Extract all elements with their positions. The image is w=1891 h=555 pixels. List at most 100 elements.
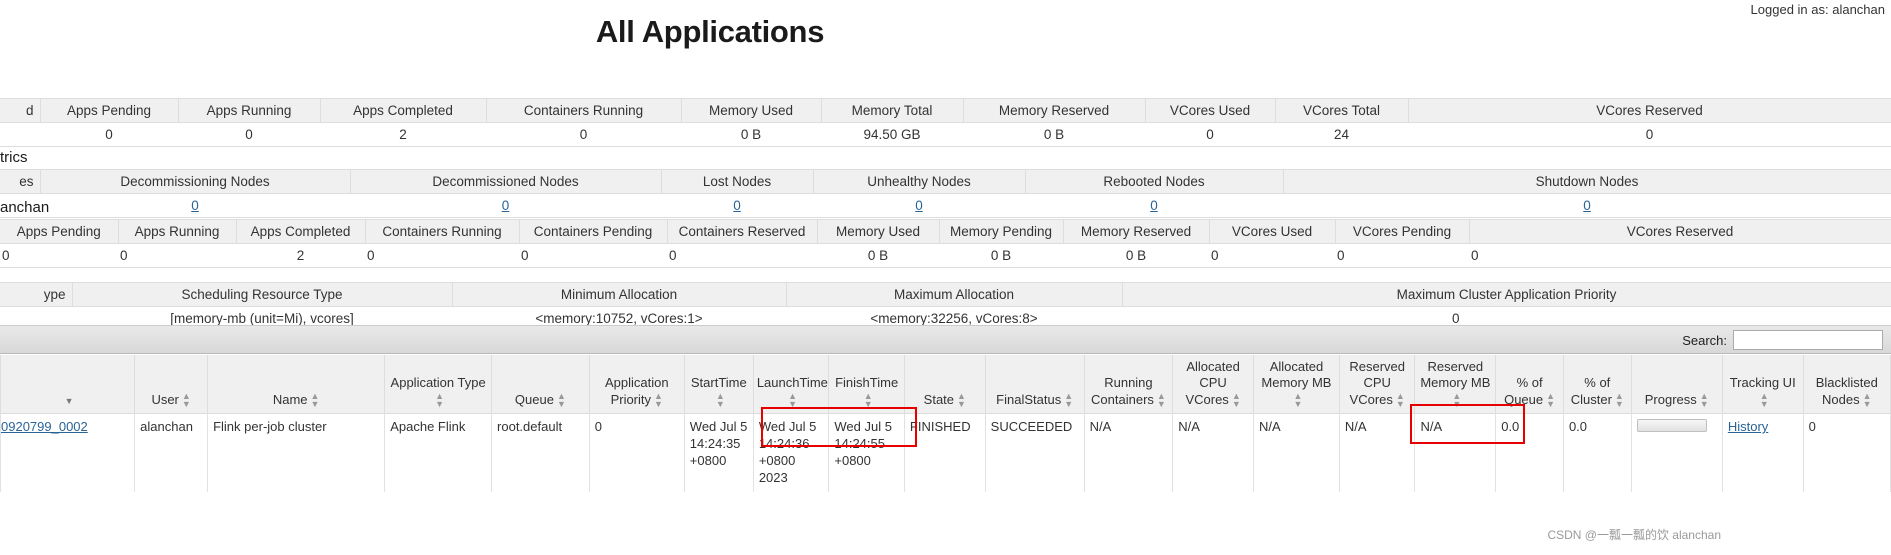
col-header-launchtime[interactable]: LaunchTime ▲ ▼ [752,355,830,415]
user-metrics-header-3: Containers Running [365,219,520,244]
sort-desc-icon[interactable]: ▼ [65,396,74,407]
apps-toolbar: Search: [0,325,1891,354]
col-header-starttime[interactable]: StartTime ▲ ▼ [683,355,754,415]
cluster-metrics-section: d Apps Pending Apps Running Apps Complet… [0,98,1891,147]
sort-arrows-icon[interactable]: ▲ ▼ [557,392,566,409]
cluster-metrics-spacer [0,122,40,147]
col-label-tracking-ui: Tracking UI [1729,375,1796,391]
applications-table: ▼ User ▲ ▼ Name ▲ ▼ Application Type ▲ ▼ Queue… [0,355,1891,492]
sort-arrows-icon[interactable]: ▲ ▼ [311,392,320,409]
cell-queue: root.default [491,413,590,492]
finishtime-line-1: 14:24:55 [834,435,885,451]
search-input[interactable] [1733,330,1883,350]
node-metrics-header-row: es Decommissioning Nodes Decommissioned … [0,169,1891,194]
sort-arrows-icon[interactable]: ▲ ▼ [957,392,966,409]
user-metrics-value-11: 0 [1469,243,1891,268]
node-metrics-header-unhealthy: Unhealthy Nodes [813,169,1026,194]
user-metrics-value-8: 0 B [1063,243,1209,268]
col-header-queue[interactable]: Queue ▲ ▼ [491,355,590,415]
col-header-tracking-ui[interactable]: Tracking UI ▲ ▼ [1721,355,1804,415]
sort-arrows-icon[interactable]: ▲ ▼ [864,392,873,409]
cell-application-type: Apache Flink [384,413,493,492]
sort-arrows-icon[interactable]: ▲ ▼ [1760,392,1769,409]
col-header-running-containers[interactable]: Running Containers ▲ ▼ [1083,355,1174,415]
user-metrics-header-11: VCores Reserved [1469,219,1891,244]
scheduler-metrics-table: ype Scheduling Resource Type Minimum All… [0,282,1891,331]
app-id-link[interactable]: 0920799_0002 [1,419,88,434]
sort-arrows-icon[interactable]: ▲ ▼ [435,392,444,409]
col-header-finalstatus[interactable]: FinalStatus ▲ ▼ [984,355,1085,415]
sort-arrows-icon[interactable]: ▲ ▼ [1546,392,1555,409]
user-metrics-header-8: Memory Reserved [1063,219,1210,244]
col-label-user: User [151,391,179,407]
table-row[interactable]: 0920799_0002 alanchan Flink per-job clus… [0,413,1891,492]
col-label-reserved-memory-mb: Reserved Memory MB [1420,359,1491,391]
launchtime-line-2: +0800 2023 [758,452,796,485]
cell-blacklisted-nodes: 0 [1802,413,1891,492]
launchtime-line-1: 14:24:36 [758,435,810,451]
sort-arrows-icon[interactable]: ▲ ▼ [1232,392,1241,409]
col-header-application-type[interactable]: Application Type ▲ ▼ [384,355,493,415]
starttime-line-2: +0800 [689,452,727,468]
col-header-state[interactable]: State ▲ ▼ [903,355,986,415]
sort-arrows-icon[interactable]: ▲ ▼ [716,392,725,409]
history-link[interactable]: History [1728,419,1768,434]
user-metrics-header-4: Containers Pending [519,219,668,244]
cluster-metrics-value-6: 0 B [963,122,1145,147]
col-header-pct-queue[interactable]: % of Queue ▲ ▼ [1495,355,1564,415]
cell-user: alanchan [134,413,209,492]
cluster-metrics-header-0: Apps Pending [40,98,179,123]
sort-arrows-icon[interactable]: ▲ ▼ [654,392,663,409]
sort-arrows-icon[interactable]: ▲ ▼ [1293,392,1302,409]
page-root: Logged in as: alanchan All Applications … [0,0,1891,555]
cluster-metrics-value-0: 0 [40,122,178,147]
cell-progress [1630,413,1723,492]
col-label-running-containers: Running Containers [1091,375,1154,407]
sort-arrows-icon[interactable]: ▲ ▼ [1157,392,1166,409]
user-metrics-value-row: 0 0 2 0 0 0 0 B 0 B 0 B 0 0 0 [0,243,1891,268]
col-header-appid[interactable]: ▼ [0,355,136,415]
cluster-metrics-header-partial: d [0,98,41,123]
col-header-allocated-memory-mb[interactable]: Allocated Memory MB ▲ ▼ [1252,355,1340,415]
launchtime-line-0: Wed Jul 5 [758,419,817,435]
scheduler-metrics-header-min-allocation: Minimum Allocation [452,282,787,307]
user-metrics-value-5: 0 [667,243,817,268]
user-metrics-value-6: 0 B [817,243,939,268]
node-metrics-header-decommissioning: Decommissioning Nodes [40,169,351,194]
cell-name: Flink per-job cluster [207,413,386,492]
cluster-metrics-header-9: VCores Reserved [1408,98,1891,123]
user-metrics-value-1: 0 [118,243,236,268]
col-header-progress[interactable]: Progress ▲ ▼ [1630,355,1723,415]
node-metrics-header-decommissioned: Decommissioned Nodes [350,169,662,194]
col-header-pct-cluster[interactable]: % of Cluster ▲ ▼ [1562,355,1632,415]
scheduler-metrics-header-partial: ype [0,282,73,307]
node-metrics-header-lost: Lost Nodes [661,169,814,194]
col-label-finishtime: FinishTime [835,375,899,391]
col-header-user[interactable]: User ▲ ▼ [134,355,209,415]
node-metrics-label: trics [0,149,28,166]
col-header-allocated-cpu-vcores[interactable]: Allocated CPU VCores ▲ ▼ [1172,355,1254,415]
col-header-finishtime[interactable]: FinishTime ▲ ▼ [828,355,905,415]
starttime-line-1: 14:24:35 [689,435,741,451]
cell-launchtime: Wed Jul 5 14:24:36 +0800 2023 [752,413,830,492]
user-metrics-label: anchan [0,199,50,216]
sort-arrows-icon[interactable]: ▲ ▼ [182,392,191,409]
sort-arrows-icon[interactable]: ▲ ▼ [1396,392,1405,409]
applications-table-header-row: ▼ User ▲ ▼ Name ▲ ▼ Application Type ▲ ▼ Queue… [0,355,1891,415]
cluster-metrics-value-9: 0 [1408,122,1891,147]
sort-arrows-icon[interactable]: ▲ ▼ [1064,392,1073,409]
col-label-name: Name [272,391,308,407]
col-header-application-priority[interactable]: Application Priority ▲ ▼ [588,355,685,415]
col-header-reserved-memory-mb[interactable]: Reserved Memory MB ▲ ▼ [1414,355,1497,415]
col-header-name[interactable]: Name ▲ ▼ [207,355,386,415]
sort-arrows-icon[interactable]: ▲ ▼ [1452,392,1461,409]
col-header-blacklisted-nodes[interactable]: Blacklisted Nodes ▲ ▼ [1802,355,1891,415]
sort-arrows-icon[interactable]: ▲ ▼ [1863,392,1872,409]
starttime-line-0: Wed Jul 5 [689,419,748,435]
cluster-metrics-header-5: Memory Total [821,98,964,123]
col-header-reserved-cpu-vcores[interactable]: Reserved CPU VCores ▲ ▼ [1338,355,1416,415]
sort-arrows-icon[interactable]: ▲ ▼ [1700,392,1709,409]
page-title: All Applications [595,14,825,49]
sort-arrows-icon[interactable]: ▲ ▼ [1615,392,1624,409]
sort-arrows-icon[interactable]: ▲ ▼ [788,392,797,409]
